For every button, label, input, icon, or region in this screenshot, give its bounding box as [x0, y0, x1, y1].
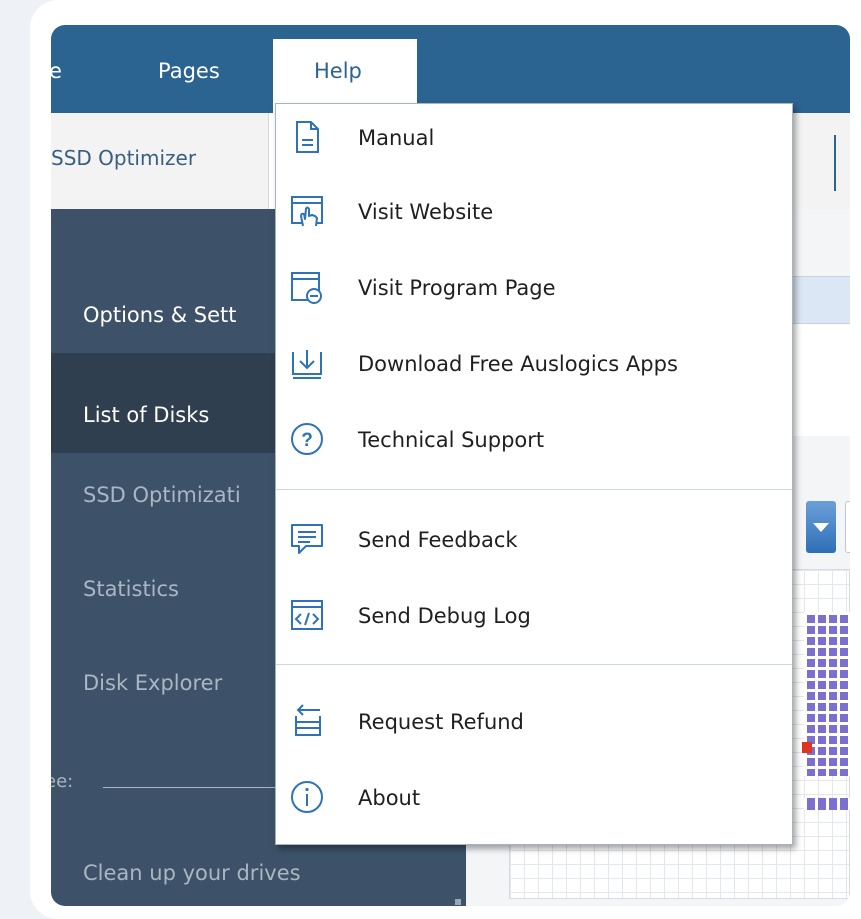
menu-separator [276, 664, 792, 665]
document-icon [288, 118, 326, 156]
menu-item-about[interactable]: About [276, 764, 792, 836]
menu-item-visit-program-page-label: Visit Program Page [358, 276, 556, 300]
help-menu: Manual Visit Website Visit Program Page … [275, 103, 793, 845]
app-window: e Pages Help SSD Optimizer Options & Set… [51, 25, 850, 906]
download-icon [288, 344, 326, 382]
resize-grip[interactable] [455, 899, 461, 905]
secondary-dropdown[interactable] [845, 501, 850, 553]
info-circle-icon [288, 778, 326, 816]
menu-item-send-feedback-label: Send Feedback [358, 528, 518, 552]
free-space-label: ee: [51, 771, 74, 792]
hand-pointer-icon [288, 192, 326, 230]
menu-item-send-debug-log-label: Send Debug Log [358, 604, 531, 628]
menu-item-about-label: About [358, 786, 421, 810]
menu-item-download-apps[interactable]: Download Free Auslogics Apps [276, 330, 792, 402]
free-space-bar [103, 787, 303, 788]
menu-item-pages[interactable]: Pages [158, 59, 220, 83]
program-page-icon [288, 268, 326, 306]
tab-divider [834, 135, 836, 191]
menu-item-visit-website-label: Visit Website [358, 200, 494, 224]
svg-text:?: ? [301, 430, 313, 451]
menu-item-technical-support-label: Technical Support [358, 428, 545, 452]
menu-item-partial[interactable]: e [51, 59, 62, 83]
feedback-icon [288, 520, 326, 558]
menu-item-send-feedback[interactable]: Send Feedback [276, 506, 792, 578]
menu-item-download-apps-label: Download Free Auslogics Apps [358, 352, 678, 376]
menu-item-visit-website[interactable]: Visit Website [276, 178, 792, 250]
menu-item-manual[interactable]: Manual [276, 104, 792, 176]
menu-item-send-debug-log[interactable]: Send Debug Log [276, 582, 792, 654]
menu-item-technical-support[interactable]: ? Technical Support [276, 406, 792, 478]
menu-item-request-refund-label: Request Refund [358, 710, 524, 734]
tab-right[interactable] [791, 113, 850, 209]
code-window-icon [288, 596, 326, 634]
sidebar-item-options[interactable]: Options & Sett [83, 303, 236, 327]
chevron-down-icon[interactable] [806, 501, 836, 553]
question-circle-icon: ? [288, 420, 326, 458]
menu-bar: e Pages Help [51, 25, 850, 116]
menu-item-visit-program-page[interactable]: Visit Program Page [276, 254, 792, 326]
fragmented-cluster [802, 742, 812, 753]
menu-item-manual-label: Manual [358, 126, 435, 150]
sidebar-item-disk-explorer[interactable]: Disk Explorer [83, 671, 222, 695]
sidebar-item-list-of-disks[interactable]: List of Disks [83, 403, 209, 427]
sidebar-item-statistics[interactable]: Statistics [83, 577, 179, 601]
refund-icon [288, 702, 326, 740]
menu-separator [276, 489, 792, 490]
tab-ssd-optimizer-label: SSD Optimizer [51, 146, 197, 170]
menu-item-request-refund[interactable]: Request Refund [276, 688, 792, 760]
used-clusters-row [804, 798, 850, 810]
tab-ssd-optimizer[interactable]: SSD Optimizer [51, 113, 269, 209]
sidebar-item-ssd-optimization[interactable]: SSD Optimizati [83, 483, 241, 507]
clean-up-drives-link[interactable]: Clean up your drives [83, 861, 301, 885]
menu-item-help-label: Help [314, 59, 362, 83]
